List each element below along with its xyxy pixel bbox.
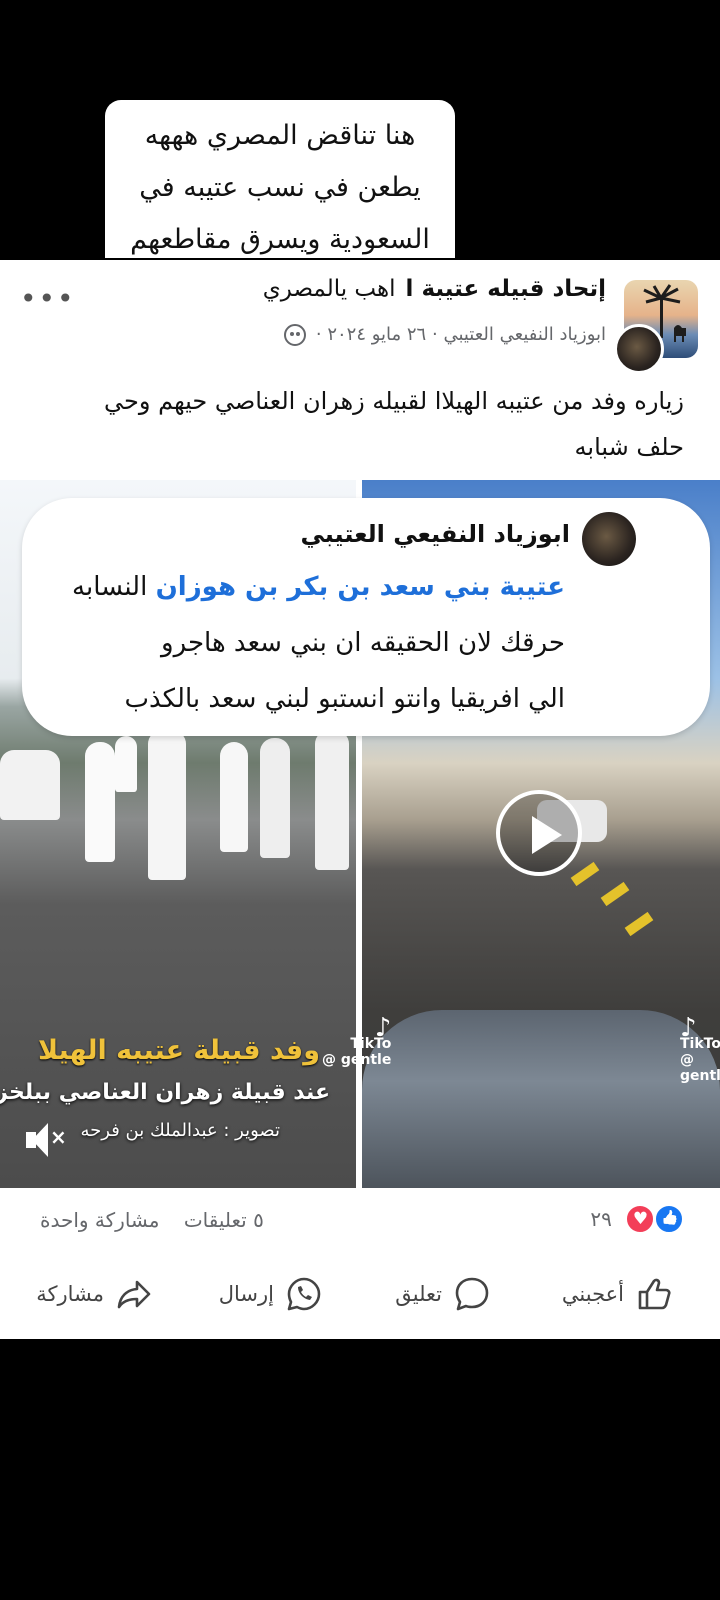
like-button[interactable]: أعجبني	[562, 1274, 674, 1314]
quote-line-3: الي افريقيا وانتو انستبو لبني سعد بالكذب	[124, 684, 565, 714]
engagement-stats: ٥ تعليقات مشاركة واحدة	[22, 1208, 264, 1232]
group-name-suffix: اهب يالمصري	[262, 276, 396, 302]
post-header: إتحاد قبيله عتيبة ا اهب يالمصري ابوزياد ا…	[0, 260, 720, 374]
tiktok-logo-icon: ♪	[680, 1013, 697, 1043]
comment-icon	[455, 1277, 489, 1311]
road-line	[600, 881, 630, 907]
thumbs-up-icon	[638, 1278, 671, 1310]
dancer-figure	[148, 730, 186, 880]
share-button[interactable]: مشاركة	[36, 1274, 154, 1314]
more-options-icon[interactable]: •••	[20, 282, 76, 315]
tiktok-handle-right: @ gentl	[680, 1052, 720, 1084]
quote-line-1: عتيبة بني سعد بن بكر بن هوزان النسابه	[72, 572, 565, 602]
send-label: إرسال	[218, 1282, 274, 1306]
reaction-summary[interactable]: ٢٩	[590, 1204, 684, 1234]
group-avatar[interactable]	[614, 280, 698, 374]
tiktok-watermark-right: ♪ TikTo @ gentl	[680, 1013, 720, 1084]
love-reaction-icon	[624, 1204, 655, 1234]
meta-separator: ·	[431, 324, 438, 345]
comment-label: تعليق	[395, 1282, 442, 1306]
tiktok-brand-right: TikTo	[680, 1036, 720, 1052]
road-line	[624, 911, 654, 937]
quote-line-1-rest: النسابه	[72, 572, 148, 602]
reaction-count[interactable]: ٢٩	[590, 1207, 611, 1231]
meta-separator-2: ·	[315, 324, 322, 345]
like-label: أعجبني	[561, 1282, 624, 1306]
quote-blue-text: عتيبة بني سعد بن بكر بن هوزان	[155, 572, 565, 602]
play-button-icon[interactable]	[496, 790, 582, 876]
dancer-figure	[260, 738, 290, 858]
post-card: إتحاد قبيله عتيبة ا اهب يالمصري ابوزياد ا…	[0, 260, 720, 1339]
caption-line-1: هنا تناقض المصري هههه	[144, 120, 416, 151]
dancer-figure	[315, 730, 349, 870]
tiktok-brand-left: TikTo	[350, 1036, 392, 1052]
post-date[interactable]: ٢٦ مايو ٢٠٢٤	[327, 324, 426, 345]
road-line	[570, 861, 600, 887]
group-name-label[interactable]: إتحاد قبيله عتيبة ا	[406, 276, 606, 302]
dancer-figure	[85, 742, 115, 862]
video-overlay-title: وفد قبيلة عتيبه الهيلا	[38, 1035, 320, 1066]
dancer-figure	[115, 736, 137, 792]
quote-card: ابوزياد النفيعي العتيبي عتيبة بني سعد بن…	[22, 498, 710, 736]
caption-line-2: يطعن في نسب عتيبه في	[139, 172, 421, 203]
tiktok-handle-left: @ gentle	[322, 1052, 392, 1068]
action-bar: أعجبني تعليق إرسال مشاركة	[0, 1268, 720, 1322]
quote-avatar	[582, 512, 636, 566]
share-label: مشاركة	[36, 1282, 104, 1306]
post-text: زياره وفد من عتيبه الهيلاا لقبيله زهران …	[104, 387, 684, 461]
reactions-row: ٢٩ ٥ تعليقات مشاركة واحدة	[0, 1198, 720, 1246]
like-reaction-icon	[654, 1204, 684, 1234]
whatsapp-icon	[287, 1277, 321, 1311]
dancer-figure	[0, 750, 60, 820]
comment-button[interactable]: تعليق	[395, 1274, 492, 1314]
caption-line-3: السعودية ويسرق مقاطعهم	[130, 224, 430, 255]
car-hood	[362, 1010, 720, 1188]
share-arrow-icon	[117, 1280, 151, 1309]
group-name[interactable]: إتحاد قبيله عتيبة ا اهب يالمصري	[263, 276, 606, 302]
tiktok-logo-icon: ♪	[374, 1013, 392, 1043]
mute-icon[interactable]: ×	[50, 1125, 67, 1149]
video-overlay-subtitle: عند قبيلة زهران العناصي ببلخزمر	[0, 1080, 330, 1105]
quote-line-2: حرقك لان الحقيقه ان بني سعد هاجرو	[161, 628, 565, 658]
tiktok-watermark-left: ♪ TikTo @ gentle	[322, 1013, 392, 1068]
post-media[interactable]: ابوزياد النفيعي العتيبي عتيبة بني سعد بن…	[0, 480, 720, 1188]
comments-count[interactable]: ٥ تعليقات	[184, 1208, 264, 1232]
privacy-icon	[284, 324, 307, 346]
send-button[interactable]: إرسال	[219, 1274, 324, 1314]
video-overlay-credit: تصوير : عبدالملك بن فرحه	[80, 1120, 280, 1141]
dancer-figure	[220, 742, 248, 852]
author-avatar[interactable]	[614, 324, 664, 374]
author-name[interactable]: ابوزياد النفيعي العتيبي	[443, 324, 606, 345]
shares-count[interactable]: مشاركة واحدة	[40, 1208, 159, 1232]
quote-author: ابوزياد النفيعي العتيبي	[300, 520, 570, 548]
post-meta: ابوزياد النفيعي العتيبي · ٢٦ مايو ٢٠٢٤ ·	[284, 324, 606, 346]
caption-box: هنا تناقض المصري هههه يطعن في نسب عتيبه …	[105, 100, 455, 258]
